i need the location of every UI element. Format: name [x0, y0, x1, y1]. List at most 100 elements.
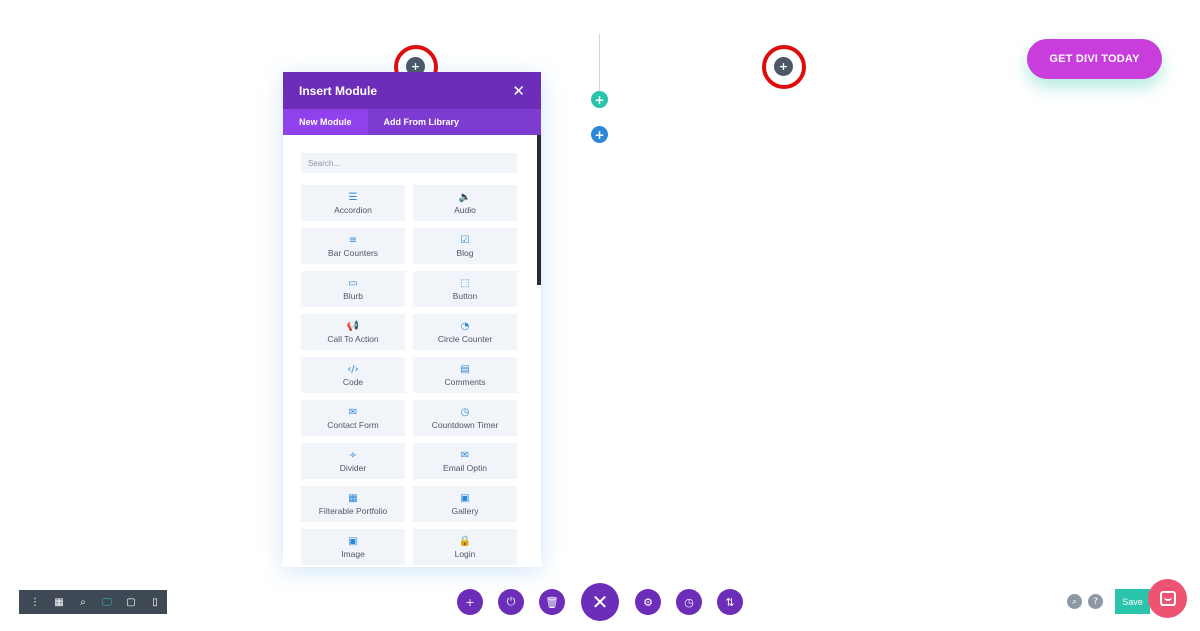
module-blog[interactable]: ☑ Blog: [413, 228, 517, 264]
section-divider-line: [599, 34, 600, 92]
module-label: Contact Form: [327, 419, 379, 430]
search-input[interactable]: Search...: [301, 153, 517, 173]
module-label: Audio: [454, 204, 476, 215]
disable-button[interactable]: ⏻: [498, 589, 524, 615]
add-button[interactable]: +: [457, 589, 483, 615]
module-label: Image: [341, 548, 365, 559]
clock-icon: ◷: [460, 406, 470, 418]
megaphone-icon: 📢: [346, 320, 360, 332]
save-button[interactable]: Save: [1115, 589, 1150, 614]
module-countdown-timer[interactable]: ◷ Countdown Timer: [413, 400, 517, 436]
trash-icon: 🗑: [545, 595, 559, 609]
module-email-optin[interactable]: ✉ Email Optin: [413, 443, 517, 479]
module-code[interactable]: ‹/› Code: [301, 357, 405, 393]
accordion-icon: ☰: [348, 191, 358, 203]
visual-builder-canvas: + + + + GET DIVI TODAY Insert Module ✕ N…: [0, 0, 1200, 631]
module-button[interactable]: ⬚ Button: [413, 271, 517, 307]
tablet-view-icon[interactable]: ▢: [119, 590, 143, 614]
module-bar-counters[interactable]: ≡ Bar Counters: [301, 228, 405, 264]
envelope-icon: ✉: [460, 449, 470, 461]
module-filterable-portfolio[interactable]: ▦ Filterable Portfolio: [301, 486, 405, 522]
module-call-to-action[interactable]: 📢 Call To Action: [301, 314, 405, 350]
cursor-button-icon: ⬚: [460, 277, 470, 289]
module-label: Gallery: [451, 505, 479, 516]
envelope-icon: ✉: [348, 406, 358, 418]
module-label: Filterable Portfolio: [318, 505, 388, 516]
close-builder-button[interactable]: ✕: [581, 583, 619, 621]
module-audio[interactable]: 🔈 Audio: [413, 185, 517, 221]
help-icon[interactable]: ?: [1088, 594, 1103, 609]
tab-add-from-library[interactable]: Add From Library: [368, 109, 476, 135]
add-module-button[interactable]: +: [774, 57, 793, 76]
module-label: Divider: [339, 462, 367, 473]
module-blurb[interactable]: ▭ Blurb: [301, 271, 405, 307]
module-grid: ☰ Accordion 🔈 Audio ≡ Bar Counters ☑ Blo…: [301, 185, 517, 565]
portability-icon: ⇅: [725, 595, 735, 609]
desktop-view-icon[interactable]: 🖵: [95, 590, 119, 614]
history-icon: ◷: [684, 595, 694, 609]
clear-layout-button[interactable]: 🗑: [539, 589, 565, 615]
code-icon: ‹/›: [347, 363, 359, 375]
portfolio-icon: ▦: [348, 492, 358, 504]
phone-view-icon[interactable]: ▯: [143, 590, 167, 614]
page-settings-toolbar: ⋮ ▦ ⌕ 🖵 ▢ ▯: [19, 590, 167, 614]
image-icon: ▣: [348, 535, 358, 547]
portability-button[interactable]: ⇅: [717, 589, 743, 615]
history-button[interactable]: ◷: [676, 589, 702, 615]
comment-icon: ▭: [348, 277, 358, 289]
scrollbar[interactable]: [537, 135, 541, 285]
bars-icon: ≡: [348, 234, 358, 246]
module-label: Blurb: [343, 290, 363, 301]
edit-icon: ☑: [460, 234, 470, 246]
module-circle-counter[interactable]: ◔ Circle Counter: [413, 314, 517, 350]
page-settings-button[interactable]: ⚙: [635, 589, 661, 615]
close-icon[interactable]: ✕: [512, 82, 525, 100]
plus-icon: +: [594, 92, 605, 107]
module-label: Email Optin: [443, 462, 487, 473]
module-accordion[interactable]: ☰ Accordion: [301, 185, 405, 221]
module-gallery[interactable]: ▣ Gallery: [413, 486, 517, 522]
module-label: Circle Counter: [437, 333, 493, 344]
module-label: Code: [342, 376, 364, 387]
module-label: Bar Counters: [327, 247, 379, 258]
lock-icon: 🔒: [458, 535, 472, 547]
chat-button[interactable]: [1148, 579, 1187, 618]
gear-icon: ⚙: [643, 595, 653, 609]
module-login[interactable]: 🔒 Login: [413, 529, 517, 565]
insert-module-modal: Insert Module ✕ New Module Add From Libr…: [283, 72, 541, 567]
plus-icon: +: [465, 595, 475, 609]
module-label: Button: [452, 290, 478, 301]
module-comments[interactable]: ▤ Comments: [413, 357, 517, 393]
module-label: Countdown Timer: [431, 419, 499, 430]
module-label: Call To Action: [327, 333, 379, 344]
wireframe-icon[interactable]: ▦: [47, 590, 71, 614]
modal-body: Search... ☰ Accordion 🔈 Audio ≡ Bar Coun…: [283, 135, 541, 567]
modal-tabs: New Module Add From Library: [283, 109, 541, 135]
speaker-icon: 🔈: [458, 191, 472, 203]
module-image[interactable]: ▣ Image: [301, 529, 405, 565]
tab-new-module[interactable]: New Module: [283, 109, 368, 135]
module-label: Accordion: [334, 204, 372, 215]
module-label: Blog: [456, 247, 474, 258]
modal-header: Insert Module ✕: [283, 72, 541, 109]
add-row-green-button[interactable]: +: [591, 91, 608, 108]
module-divider[interactable]: ÷ Divider: [301, 443, 405, 479]
close-icon: ✕: [591, 590, 609, 614]
divider-icon: ÷: [348, 449, 358, 461]
menu-dots-icon[interactable]: ⋮: [23, 590, 47, 614]
gallery-icon: ▣: [460, 492, 470, 504]
modal-title: Insert Module: [299, 83, 378, 98]
get-divi-button[interactable]: GET DIVI TODAY: [1027, 39, 1162, 79]
search-icon[interactable]: ⌕: [1067, 594, 1082, 609]
plus-icon: +: [778, 60, 789, 73]
power-icon: ⏻: [506, 595, 516, 608]
module-contact-form[interactable]: ✉ Contact Form: [301, 400, 405, 436]
add-section-button[interactable]: +: [591, 126, 608, 143]
plus-icon: +: [594, 127, 605, 142]
zoom-icon[interactable]: ⌕: [71, 590, 95, 614]
circle-counter-icon: ◔: [460, 320, 470, 332]
chat-icon: [1159, 591, 1176, 606]
module-label: Comments: [444, 376, 486, 387]
comments-icon: ▤: [460, 363, 470, 375]
module-label: Login: [454, 548, 476, 559]
